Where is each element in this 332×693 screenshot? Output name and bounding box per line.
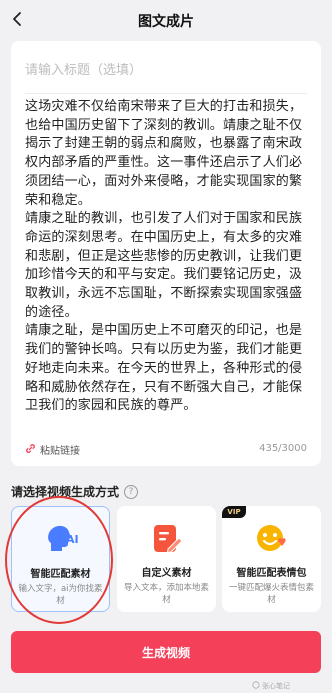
title-input[interactable] xyxy=(25,63,307,78)
paste-link-button[interactable]: 粘贴链接 xyxy=(25,442,80,457)
section-heading: 请选择视频生成方式 ? xyxy=(11,483,139,500)
body-paragraph: 这场灾难不仅给南宋带来了巨大的打击和损失，也给中国历史留下了深刻的教训。靖康之耻… xyxy=(25,99,303,208)
body-paragraph: 靖康之耻，是中国历史上不可磨灭的印记，也是我们的警钟长鸣。只有以历史为鉴，我们才… xyxy=(25,323,303,414)
section-title: 请选择视频生成方式 xyxy=(11,485,120,499)
chat-bubble-icon xyxy=(252,681,260,691)
body-paragraph: 靖康之耻的教训，也引发了人们对于国家和民族命运的深刻思考。在中国历史上，有太多的… xyxy=(25,211,303,320)
option-name: 自定义素材 xyxy=(141,568,192,579)
option-emoji-match[interactable]: VIP 智能匹配表情包 一键匹配爆火表情包素材 xyxy=(222,506,321,612)
divider xyxy=(25,93,307,94)
paste-link-label: 粘贴链接 xyxy=(40,446,80,457)
option-desc: 一键匹配爆火表情包素材 xyxy=(228,583,314,605)
option-desc: 输入文字，ai为你找素材 xyxy=(18,584,103,606)
option-smart-match[interactable]: AI 智能匹配素材 输入文字，ai为你找素材 xyxy=(11,506,110,612)
text-editor-card: 这场灾难不仅给南宋带来了巨大的打击和损失，也给中国历史留下了深刻的教训。靖康之耻… xyxy=(11,41,321,466)
option-custom-material[interactable]: 自定义素材 导入文本，添加本地素材 xyxy=(117,506,216,612)
char-count: 435/3000 xyxy=(259,443,307,454)
vip-badge: VIP xyxy=(222,506,246,518)
svg-text:AI: AI xyxy=(66,533,79,546)
edit-document-icon xyxy=(148,520,184,556)
generate-video-button[interactable]: 生成视频 xyxy=(11,631,321,673)
watermark-text: 张心笔记 xyxy=(262,682,290,690)
option-name: 智能匹配表情包 xyxy=(236,568,307,579)
body-textarea[interactable]: 这场灾难不仅给南宋带来了巨大的打击和损失，也给中国历史留下了深刻的教训。靖康之耻… xyxy=(25,98,308,435)
emoji-face-icon xyxy=(253,520,289,556)
page-title: 图文成片 xyxy=(138,14,194,30)
ai-head-icon: AI xyxy=(43,521,79,557)
option-name: 智能匹配素材 xyxy=(30,569,91,580)
watermark: 张心笔记 xyxy=(252,681,290,691)
link-icon xyxy=(25,443,36,457)
option-desc: 导入文本，添加本地素材 xyxy=(123,583,209,605)
help-icon[interactable]: ? xyxy=(124,484,139,499)
nav-bar: 图文成片 xyxy=(0,0,332,40)
